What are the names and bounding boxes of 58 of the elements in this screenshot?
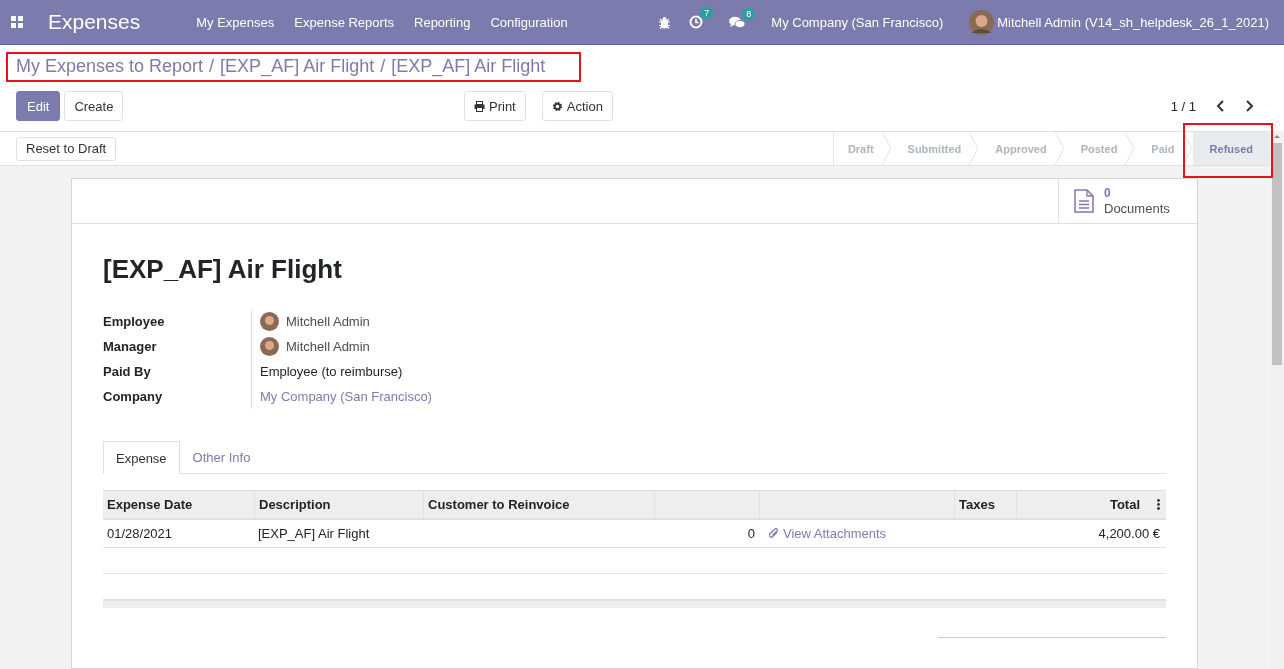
clock-icon[interactable] bbox=[689, 15, 704, 29]
status-stage[interactable]: Refused bbox=[1192, 132, 1270, 165]
field-value: Employee (to reimburse) bbox=[260, 364, 403, 379]
scrollbar[interactable] bbox=[1270, 131, 1284, 669]
apps-menu-icon[interactable] bbox=[11, 16, 23, 28]
paperclip-icon bbox=[769, 528, 779, 539]
field-link[interactable]: My Company (San Francisco) bbox=[260, 389, 432, 404]
field-label: Employee bbox=[103, 313, 166, 331]
chat-icon[interactable] bbox=[729, 15, 746, 29]
field-label: Manager bbox=[103, 338, 158, 356]
tab[interactable]: Expense bbox=[103, 441, 180, 474]
column-options-icon[interactable] bbox=[1157, 499, 1160, 510]
reset-to-draft-button[interactable]: Reset to Draft bbox=[16, 136, 117, 161]
previous-icon[interactable] bbox=[1216, 100, 1225, 112]
breadcrumb-item[interactable]: My Expenses to Report bbox=[16, 56, 204, 77]
document-icon bbox=[1074, 189, 1094, 213]
menu-item[interactable]: My Expenses bbox=[196, 14, 275, 30]
action-button[interactable]: Action bbox=[541, 91, 613, 121]
avatar-icon bbox=[260, 312, 279, 331]
breadcrumb-item[interactable]: [EXP_AF] Air Flight bbox=[220, 56, 375, 77]
create-button[interactable]: Create bbox=[64, 91, 124, 121]
activity-count-badge: 7 bbox=[700, 7, 714, 19]
view-attachments-link[interactable]: View Attachments bbox=[769, 526, 887, 541]
bug-icon[interactable] bbox=[658, 15, 672, 29]
field-value[interactable]: Mitchell Admin bbox=[286, 339, 370, 354]
menu-item[interactable]: Reporting bbox=[414, 14, 471, 30]
table-cell-text: 01/28/2021 bbox=[106, 525, 174, 543]
column-header[interactable]: Total bbox=[1109, 497, 1140, 512]
record-title: [EXP_AF] Air Flight bbox=[103, 253, 343, 285]
documents-button[interactable]: 0 Documents bbox=[1058, 179, 1197, 223]
app-name: Expenses bbox=[48, 10, 141, 34]
next-icon[interactable] bbox=[1245, 100, 1254, 112]
printer-icon bbox=[474, 100, 485, 112]
table-cell-text: 4,200.00 € bbox=[1097, 525, 1161, 543]
column-header[interactable]: Customer to Reinvoice bbox=[423, 491, 654, 518]
menu-item[interactable]: Expense Reports bbox=[294, 14, 394, 30]
print-button[interactable]: Print bbox=[464, 91, 526, 121]
company-switcher[interactable]: My Company (San Francisco) bbox=[771, 14, 944, 30]
table-cell-text: [EXP_AF] Air Flight bbox=[257, 525, 371, 543]
field-label: Paid By bbox=[103, 363, 152, 381]
gear-icon bbox=[551, 100, 563, 112]
pager-counter: 1 / 1 bbox=[1170, 98, 1196, 114]
column-header[interactable]: Expense Date bbox=[103, 491, 254, 518]
table-cell-text: 0 bbox=[746, 525, 756, 543]
breadcrumb-item[interactable]: [EXP_AF] Air Flight bbox=[391, 56, 546, 77]
message-count-badge: 8 bbox=[742, 7, 756, 20]
breadcrumb-separator: / bbox=[380, 56, 386, 77]
user-avatar[interactable] bbox=[969, 9, 995, 35]
menu-item[interactable]: Configuration bbox=[490, 14, 568, 30]
field-value[interactable]: Mitchell Admin bbox=[286, 314, 370, 329]
column-header[interactable]: Taxes bbox=[954, 491, 1016, 518]
tab[interactable]: Other Info bbox=[179, 441, 264, 473]
field-label: Company bbox=[103, 388, 164, 406]
edit-button[interactable]: Edit bbox=[16, 91, 61, 121]
avatar-icon bbox=[260, 337, 279, 356]
user-menu[interactable]: Mitchell Admin (V14_sh_helpdesk_26_1_2021) bbox=[997, 14, 1269, 30]
column-header[interactable]: Description bbox=[254, 491, 423, 518]
breadcrumb-separator: / bbox=[209, 56, 215, 77]
